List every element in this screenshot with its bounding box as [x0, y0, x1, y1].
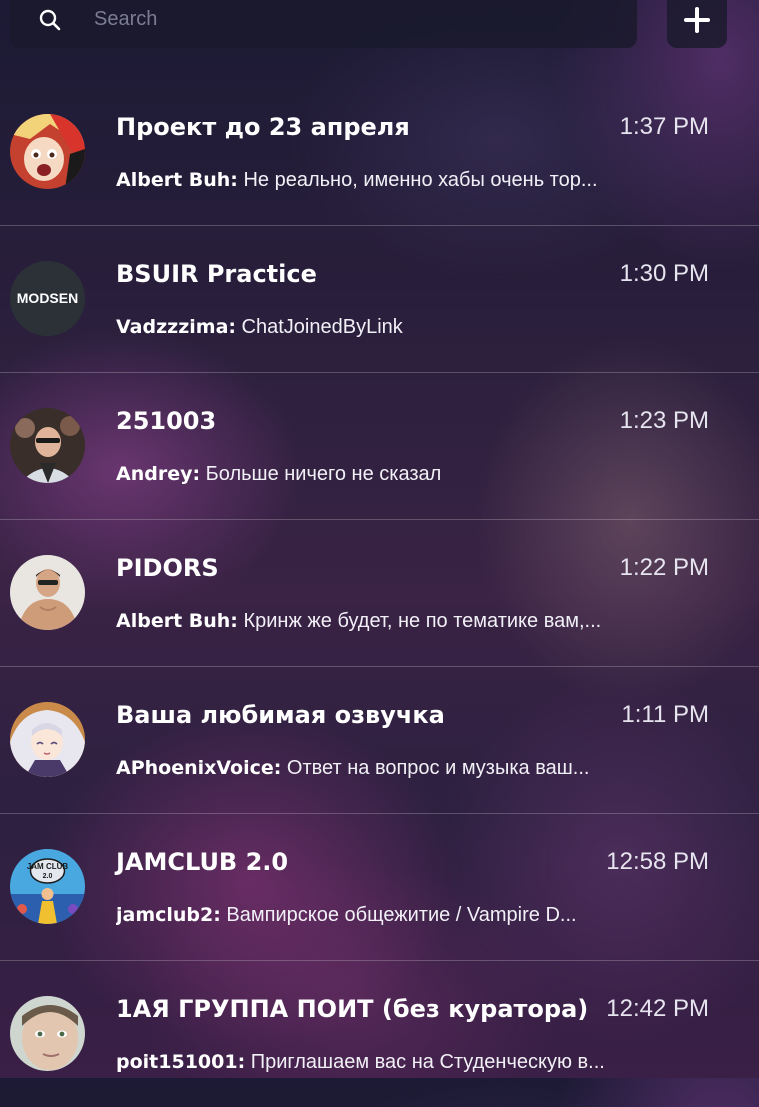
- chat-preview: poit151001: Приглашаем вас на Студенческ…: [116, 1051, 716, 1074]
- chat-time: 1:30 PM: [619, 260, 709, 287]
- chat-avatar: JAM CLUB 2.0: [10, 849, 85, 924]
- chat-message: Больше ничего не сказал: [200, 463, 442, 485]
- chat-time: 1:11 PM: [621, 701, 709, 728]
- chat-title: BSUIR Practice: [116, 260, 317, 288]
- chat-avatar: [10, 996, 85, 1071]
- chat-time: 1:22 PM: [619, 554, 709, 581]
- chat-sender: jamclub2:: [116, 904, 221, 926]
- jamclub-logo-text: JAM CLUB: [27, 862, 69, 871]
- chat-time: 1:37 PM: [619, 113, 709, 140]
- chat-sender: Vadzzzima:: [116, 316, 236, 338]
- add-chat-button[interactable]: [667, 0, 727, 48]
- chat-item[interactable]: 1АЯ ГРУППА ПОИТ (без куратора) 12:42 PM …: [0, 961, 759, 1107]
- chat-title: Проект до 23 апреля: [116, 113, 410, 141]
- chat-preview: Andrey: Больше ничего не сказал: [116, 463, 716, 486]
- chat-title: PIDORS: [116, 554, 219, 582]
- chat-message: Вампирское общежитие / Vampire D...: [220, 904, 577, 926]
- chat-title: Ваша любимая озвучка: [116, 701, 445, 729]
- chat-preview: Vadzzzima: ChatJoinedByLink: [116, 316, 716, 339]
- chat-avatar: [10, 114, 85, 189]
- chat-message: Не реально, именно хабы очень тор...: [237, 169, 598, 191]
- chat-sender: poit151001:: [116, 1051, 246, 1073]
- chat-sender: Albert Buh:: [116, 610, 238, 632]
- search-input[interactable]: [94, 4, 614, 34]
- search-box[interactable]: [10, 0, 637, 48]
- chat-time: 12:42 PM: [606, 995, 709, 1022]
- chat-item[interactable]: PIDORS 1:22 PM Albert Buh: Кринж же буде…: [0, 520, 759, 667]
- chat-sender: Albert Buh:: [116, 169, 238, 191]
- chat-sender: Andrey:: [116, 463, 201, 485]
- chat-avatar: [10, 555, 85, 630]
- anime-avatar-image: [10, 114, 85, 189]
- chat-preview: Albert Buh: Кринж же будет, не по темати…: [116, 610, 716, 633]
- photo-avatar-image: [10, 555, 85, 630]
- anime-avatar-image: [10, 702, 85, 777]
- jamclub-logo-version: 2.0: [43, 873, 53, 880]
- chat-message: Приглашаем вас на Студенческую в...: [245, 1051, 605, 1073]
- chat-item[interactable]: 251003 1:23 PM Andrey: Больше ничего не …: [0, 373, 759, 520]
- photo-avatar-image: [10, 996, 85, 1071]
- chat-message: Кринж же будет, не по тематике вам,...: [237, 610, 602, 632]
- chat-list: Проект до 23 апреля 1:37 PM Albert Buh: …: [0, 79, 759, 1107]
- chat-title: JAMCLUB 2.0: [116, 848, 289, 876]
- chat-preview: jamclub2: Вампирское общежитие / Vampire…: [116, 904, 716, 927]
- top-bar: [0, 0, 759, 60]
- chat-preview: APhoenixVoice: Ответ на вопрос и музыка …: [116, 757, 716, 780]
- chat-avatar: MODSEN: [10, 261, 85, 336]
- modsen-logo-text: MODSEN: [17, 290, 78, 306]
- chat-title: 251003: [116, 407, 217, 435]
- plus-icon: [684, 7, 710, 33]
- chat-title: 1АЯ ГРУППА ПОИТ (без куратора): [116, 995, 589, 1023]
- chat-avatar: [10, 408, 85, 483]
- chat-preview: Albert Buh: Не реально, именно хабы очен…: [116, 169, 716, 192]
- photo-avatar-image: [10, 408, 85, 483]
- chat-item[interactable]: Проект до 23 апреля 1:37 PM Albert Buh: …: [0, 79, 759, 226]
- chat-message: Ответ на вопрос и музыка ваш...: [281, 757, 590, 779]
- chat-item[interactable]: JAM CLUB 2.0 JAMCLUB 2.0 12:58 PM jamclu…: [0, 814, 759, 961]
- jamclub-logo-avatar: JAM CLUB 2.0: [10, 849, 85, 924]
- chat-time: 12:58 PM: [606, 848, 709, 875]
- chat-sender: APhoenixVoice:: [116, 757, 282, 779]
- search-icon: [39, 9, 61, 31]
- modsen-logo-avatar: MODSEN: [10, 261, 85, 336]
- chat-item[interactable]: Ваша любимая озвучка 1:11 PM APhoenixVoi…: [0, 667, 759, 814]
- chat-message: ChatJoinedByLink: [236, 316, 403, 338]
- chat-time: 1:23 PM: [619, 407, 709, 434]
- chat-item[interactable]: MODSEN BSUIR Practice 1:30 PM Vadzzzima:…: [0, 226, 759, 373]
- chat-avatar: [10, 702, 85, 777]
